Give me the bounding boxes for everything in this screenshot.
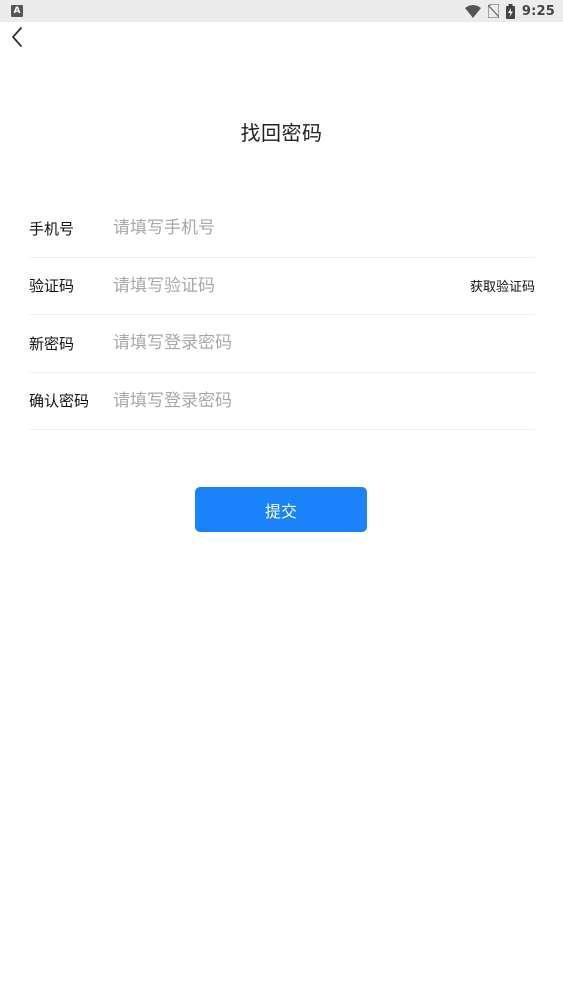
- wifi-icon: [464, 4, 481, 18]
- new-password-row: 新密码: [29, 315, 535, 373]
- get-code-button[interactable]: 获取验证码: [470, 276, 535, 295]
- status-right: 9:25: [464, 3, 555, 19]
- confirm-password-label: 确认密码: [29, 392, 90, 411]
- status-bar: A 9:25: [0, 0, 563, 22]
- code-input[interactable]: [113, 265, 470, 306]
- phone-input[interactable]: [113, 208, 535, 249]
- new-password-label: 新密码: [29, 334, 75, 353]
- back-button[interactable]: [6, 26, 28, 52]
- reset-password-form: 手机号 验证码 获取验证码 新密码 确认密码: [29, 200, 535, 430]
- submit-button[interactable]: 提交: [195, 487, 367, 532]
- phone-label: 手机号: [29, 219, 75, 238]
- status-left: A: [11, 5, 23, 17]
- confirm-password-input[interactable]: [113, 380, 535, 421]
- status-clock: 9:25: [521, 3, 555, 19]
- page-title: 找回密码: [240, 121, 323, 145]
- phone-row: 手机号: [29, 200, 535, 258]
- battery-charging-icon: [505, 3, 515, 19]
- confirm-password-row: 确认密码: [29, 373, 535, 430]
- code-row: 验证码 获取验证码: [29, 258, 535, 315]
- no-sim-icon: [487, 4, 499, 18]
- code-label: 验证码: [29, 277, 75, 296]
- notification-app-icon: A: [11, 5, 23, 17]
- chevron-left-icon: [11, 27, 23, 51]
- new-password-input[interactable]: [113, 323, 535, 364]
